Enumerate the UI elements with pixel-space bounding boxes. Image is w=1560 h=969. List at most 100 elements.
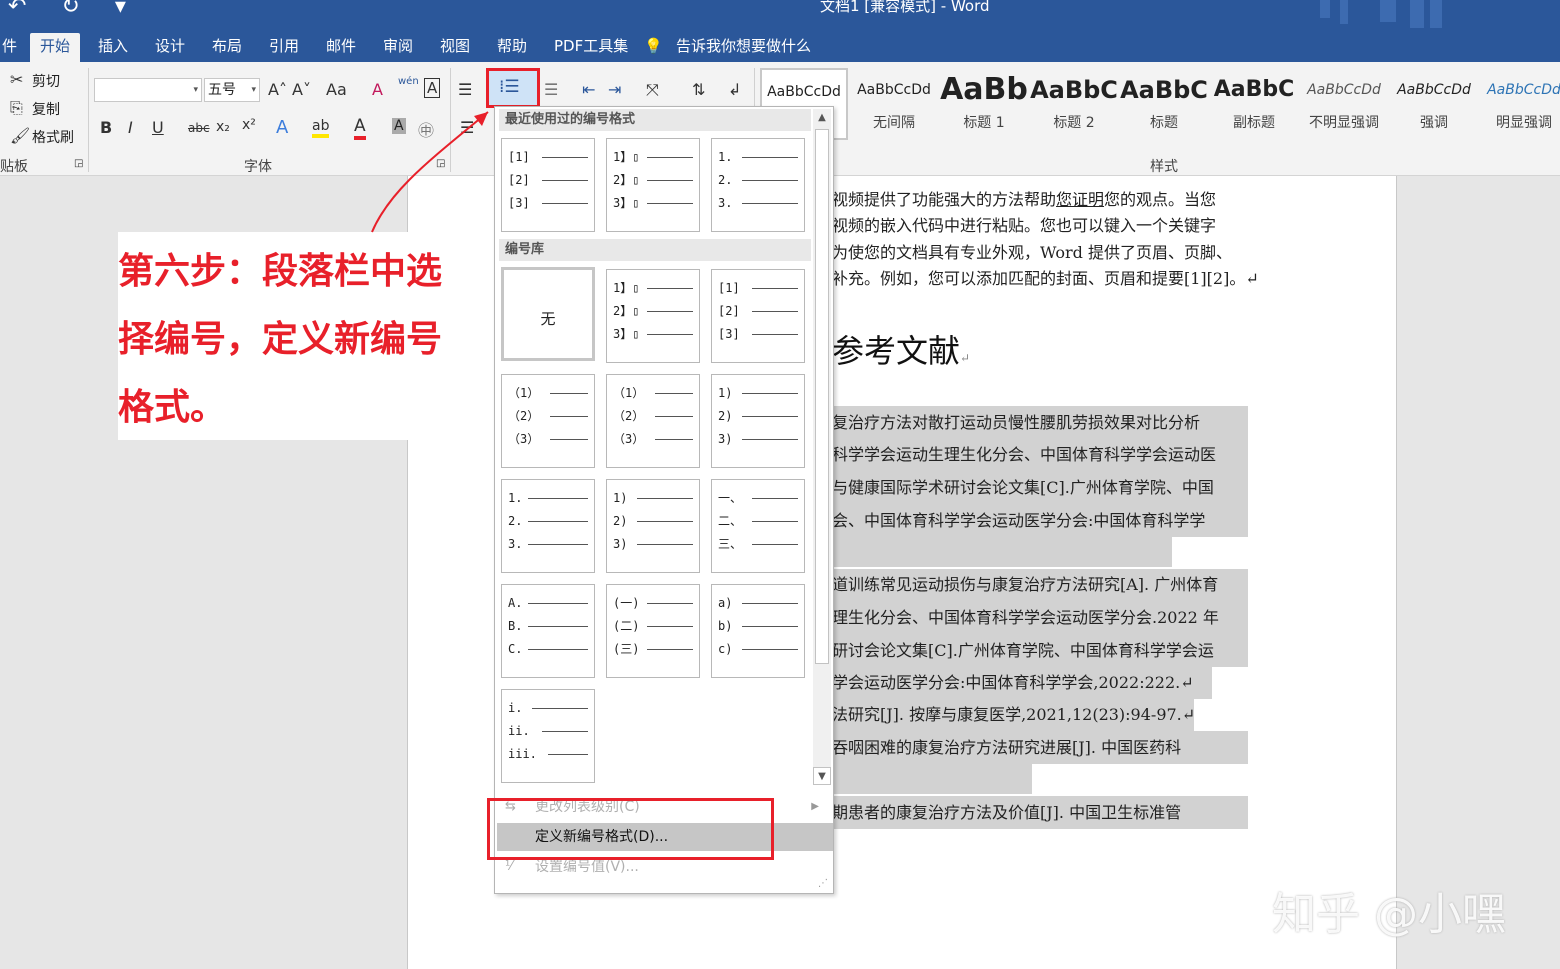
style-no-spacing[interactable]: AaBbCcDd 无间隔 (850, 68, 938, 140)
library-format[interactable]: [1] [2] [3] (711, 269, 805, 363)
tell-me-search[interactable]: 告诉我你想要做什么 (666, 33, 821, 62)
line-placeholder (647, 649, 693, 650)
scroll-thumb[interactable] (815, 129, 829, 664)
number-label: 一、 (718, 491, 743, 505)
tab-design[interactable]: 设计 (145, 33, 195, 62)
underline-button[interactable]: U (152, 118, 164, 137)
char-border-button[interactable]: A (424, 78, 441, 98)
numbering-library-header: 编号库 (499, 239, 811, 261)
style-emphasis[interactable]: AaBbCcDd 强调 (1390, 68, 1478, 140)
tab-help[interactable]: 帮助 (487, 33, 537, 62)
number-label: [2] (718, 304, 740, 318)
library-format[interactable]: a) b) c) (711, 584, 805, 678)
number-label: 1. (508, 491, 523, 505)
tab-layout[interactable]: 布局 (202, 33, 252, 62)
strikethrough-button[interactable]: abc (188, 121, 210, 135)
clear-format-button[interactable]: A (372, 80, 383, 99)
list-row: a) (718, 594, 798, 612)
paragraph-mark: ↵ (960, 351, 971, 365)
italic-button[interactable]: I (128, 118, 133, 137)
reference-line: 与健康国际学术研讨会论文集[C].广州体育学院、中国 (832, 471, 1248, 504)
increase-indent-icon[interactable]: ⇥ (608, 80, 621, 99)
font-name-combo[interactable]: ▾ (94, 78, 202, 102)
line-placeholder (542, 157, 588, 158)
copy-button[interactable]: 复制 (32, 99, 60, 119)
number-label: 3】▯ (613, 196, 640, 210)
style-subtle-emphasis[interactable]: AaBbCcDd 不明显强调 (1300, 68, 1388, 140)
cut-button[interactable]: 剪切 (32, 71, 60, 91)
list-row: C. (508, 640, 588, 658)
list-row: B. (508, 617, 588, 635)
resize-grip-icon[interactable]: ⋰ (818, 878, 828, 889)
library-format[interactable]: A. B. C. (501, 584, 595, 678)
number-label: [1] (718, 281, 740, 295)
font-group-label: 字体 (244, 159, 272, 175)
style-heading-1[interactable]: AaBb 标题 1 (940, 68, 1028, 140)
line-placeholder (655, 416, 693, 417)
show-marks-icon[interactable]: ↲ (728, 80, 741, 99)
library-format[interactable]: (一) (二) (三) (606, 584, 700, 678)
recent-format-lenticular[interactable]: 1】▯ 2】▯ 3】▯ (606, 138, 700, 232)
sort-icon[interactable]: ⇅ (692, 80, 705, 99)
grow-font-button[interactable]: A˄ (268, 80, 287, 99)
titlebar-decoration (1320, 0, 1442, 28)
tab-references[interactable]: 引用 (259, 33, 309, 62)
clipboard-launcher-icon[interactable]: ◲ (74, 158, 83, 169)
library-format[interactable]: （1） （2） （3） (501, 374, 595, 468)
format-none[interactable]: 无 (501, 267, 595, 361)
scroll-down-icon[interactable]: ▼ (813, 767, 831, 785)
tab-file[interactable]: 件 (0, 33, 27, 62)
superscript-button[interactable]: x² (242, 117, 256, 133)
tab-pdf-tools[interactable]: PDF工具集 (544, 33, 638, 62)
list-row: b) (718, 617, 798, 635)
number-label: 2】▯ (613, 304, 640, 318)
tab-insert[interactable]: 插入 (88, 33, 138, 62)
chinese-layout-icon[interactable]: ⤧ (646, 80, 659, 100)
reference-line-tail (832, 764, 1032, 794)
line-placeholder (752, 311, 798, 312)
library-format[interactable]: 1) 2) 3) (711, 374, 805, 468)
shrink-font-button[interactable]: A˅ (292, 80, 311, 99)
recent-format-bracket[interactable]: [1] [2] [3] (501, 138, 595, 232)
format-painter-button[interactable]: 格式刷 (32, 127, 74, 147)
library-format[interactable]: （1） （2） （3） (606, 374, 700, 468)
bold-button[interactable]: B (100, 118, 112, 137)
font-size-combo[interactable]: 五号 ▾ (204, 78, 260, 102)
number-label: [3] (718, 327, 740, 341)
scroll-up-icon[interactable]: ▲ (813, 109, 831, 127)
style-subtitle[interactable]: AaBbC 副标题 (1210, 68, 1298, 140)
library-format[interactable]: 1) 2) 3) (606, 479, 700, 573)
list-row: 1) (613, 489, 693, 507)
phonetic-guide-button[interactable]: wén (398, 76, 419, 87)
number-label: 2) (718, 409, 733, 423)
library-format[interactable]: i. ii. iii. (501, 689, 595, 783)
tab-mailings[interactable]: 邮件 (316, 33, 366, 62)
text-effects-button[interactable]: A (276, 117, 288, 138)
line-placeholder (637, 544, 693, 545)
bullets-button[interactable]: ☰ (458, 80, 472, 99)
tab-review[interactable]: 审阅 (373, 33, 423, 62)
tab-view[interactable]: 视图 (430, 33, 480, 62)
library-format[interactable]: 1. 2. 3. (501, 479, 595, 573)
style-title[interactable]: AaBbC 标题 (1120, 68, 1208, 140)
dropdown-scrollbar[interactable]: ▲ ▼ (813, 109, 831, 785)
change-case-button[interactable]: Aa (326, 80, 347, 99)
recent-format-dot[interactable]: 1. 2. 3. (711, 138, 805, 232)
line-placeholder (655, 393, 693, 394)
multilevel-list-button[interactable]: ☰ (544, 80, 558, 99)
style-heading-2[interactable]: AaBbC 标题 2 (1030, 68, 1118, 140)
list-row: 1】▯ (613, 148, 693, 166)
library-format[interactable]: 1】▯ 2】▯ 3】▯ (606, 269, 700, 363)
line-placeholder (647, 334, 693, 335)
highlight-color-button[interactable]: ab (312, 118, 330, 138)
number-label: A. (508, 596, 523, 610)
decrease-indent-icon[interactable]: ⇤ (582, 80, 595, 99)
styles-group-label: 样式 (1150, 159, 1178, 175)
style-intense-emphasis[interactable]: AaBbCcDd 明显强调 (1480, 68, 1560, 140)
quick-access-toolbar[interactable]: ↶ ↻ ▾ (8, 0, 140, 19)
subscript-button[interactable]: x₂ (216, 119, 230, 135)
library-format[interactable]: 一、 二、 三、 (711, 479, 805, 573)
list-row: 3) (718, 430, 798, 448)
brush-icon: 🖌 (10, 126, 31, 145)
tab-home[interactable]: 开始 (30, 33, 81, 62)
